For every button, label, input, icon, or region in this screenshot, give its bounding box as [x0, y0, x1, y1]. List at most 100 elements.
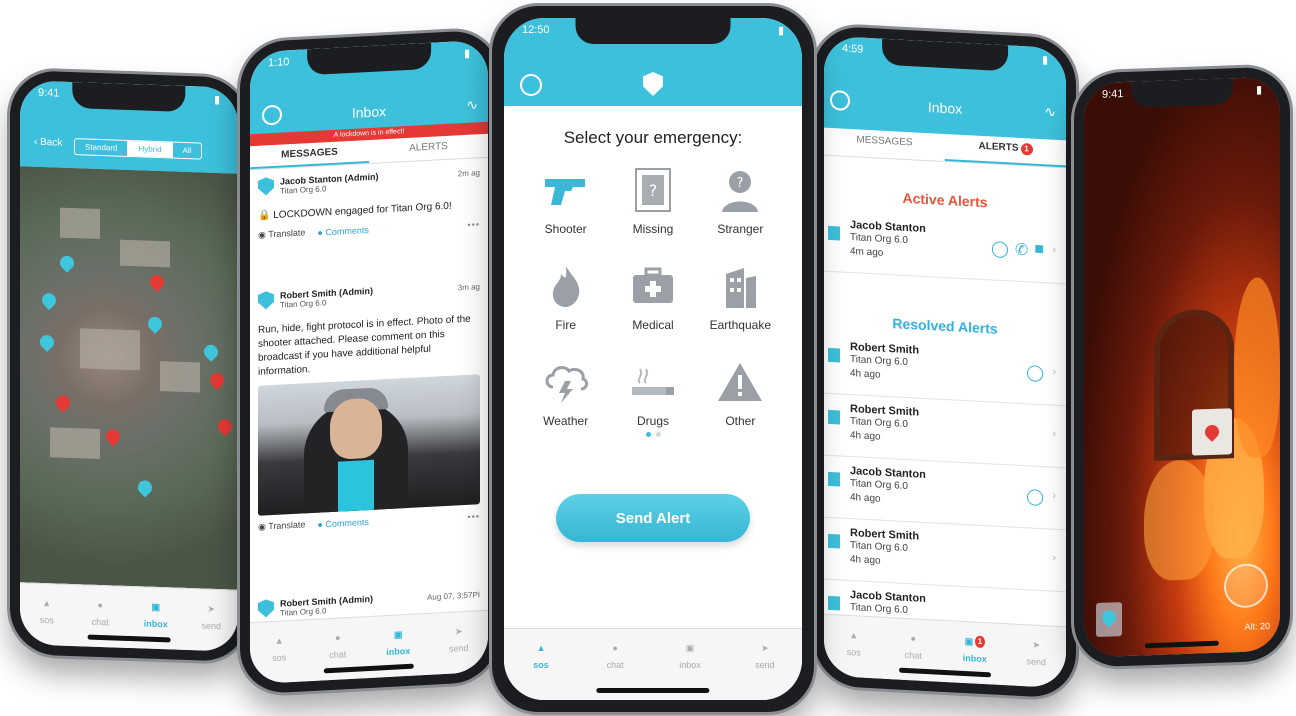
- globe-icon: ◉: [258, 521, 266, 532]
- emergency-stranger[interactable]: ? Stranger: [697, 166, 784, 236]
- segment-all[interactable]: All: [173, 143, 202, 159]
- alert-row[interactable]: Jacob Stanton Titan Org 6.0 4m ago ◯ ✆ ■…: [824, 209, 1066, 285]
- tab-alerts-label: ALERTS: [978, 140, 1019, 154]
- active-alerts-heading: Active Alerts: [902, 189, 988, 211]
- tab-label: inbox: [962, 652, 987, 665]
- shield-icon: [258, 291, 274, 310]
- emergency-fire[interactable]: Fire: [522, 262, 609, 332]
- emergency-label: Missing: [632, 222, 674, 236]
- tab-inbox[interactable]: ▣ inbox: [386, 625, 410, 657]
- translate-button[interactable]: ◉ Translate: [258, 519, 305, 532]
- chat-bubble-icon[interactable]: ◯: [1026, 362, 1044, 383]
- map-pin-icon[interactable]: [37, 332, 57, 353]
- phone-icon[interactable]: ✆: [1015, 240, 1028, 261]
- battery-icon: ▮: [213, 93, 220, 107]
- tab-label: sos: [846, 646, 861, 658]
- video-icon[interactable]: ■: [1034, 241, 1044, 262]
- message-card[interactable]: Robert Smith (Admin) Titan Org 6.0 3m ag…: [258, 280, 480, 533]
- tab-label: sos: [533, 660, 549, 670]
- map-pin-icon[interactable]: [135, 477, 155, 498]
- tab-send[interactable]: ➤ send: [201, 600, 221, 632]
- altitude-readout: Alt: 20: [1244, 620, 1270, 632]
- tab-sos[interactable]: ▲ sos: [531, 639, 551, 670]
- emergency-label: Other: [725, 414, 756, 428]
- storm-cloud-icon: [541, 358, 591, 406]
- map-pin-icon[interactable]: [103, 426, 123, 447]
- tab-sos[interactable]: ▲ sos: [269, 631, 289, 663]
- map-pin-icon[interactable]: [207, 370, 227, 390]
- emergency-drugs[interactable]: Drugs: [609, 358, 696, 428]
- send-arrow-icon: ➤: [761, 642, 769, 653]
- profile-icon[interactable]: [520, 74, 542, 96]
- chat-bubble-icon[interactable]: ◯: [991, 238, 1009, 259]
- tab-inbox[interactable]: ▣ inbox: [144, 598, 168, 629]
- page-title: Inbox: [927, 99, 963, 117]
- alerts-screen: 4:59 ▮ Inbox ∿ MESSAGES ALERTS 1 Active A…: [824, 35, 1066, 689]
- page-dot: [645, 432, 651, 437]
- chevron-right-icon: ›: [1052, 427, 1056, 440]
- tab-inbox[interactable]: ▣ inbox: [679, 639, 701, 671]
- send-alert-button[interactable]: Send Alert: [556, 494, 750, 542]
- tab-alerts[interactable]: ALERTS: [369, 134, 488, 163]
- phone-alerts: 4:59 ▮ Inbox ∿ MESSAGES ALERTS 1 Active A…: [814, 25, 1076, 699]
- back-button[interactable]: ‹ Back: [34, 137, 62, 149]
- map-pin-icon[interactable]: [39, 290, 59, 311]
- ar-mini-tag[interactable]: [1096, 602, 1122, 638]
- map-pin-icon[interactable]: [53, 392, 73, 413]
- map-pin-icon[interactable]: [145, 314, 165, 334]
- comments-button[interactable]: ● Comments: [317, 517, 368, 530]
- more-icon[interactable]: •••: [468, 219, 480, 230]
- chat-bubble-icon: ●: [97, 599, 103, 611]
- tab-chat[interactable]: ● chat: [328, 628, 348, 660]
- pulse-icon[interactable]: ∿: [466, 96, 478, 114]
- shooter-photo[interactable]: [258, 374, 480, 516]
- emergency-missing[interactable]: ? Missing: [609, 166, 696, 236]
- emergency-weather[interactable]: Weather: [522, 358, 609, 428]
- tab-inbox[interactable]: ▣ 1 inbox: [962, 632, 987, 665]
- tab-chat[interactable]: ● chat: [90, 596, 110, 628]
- tab-chat[interactable]: ● chat: [605, 639, 625, 670]
- tab-label: chat: [904, 649, 922, 661]
- ar-screen: 9:41 ▮ Alt: 20: [1084, 76, 1280, 658]
- alert-type-icon: [828, 409, 840, 425]
- tab-messages[interactable]: MESSAGES: [824, 128, 945, 161]
- tab-send[interactable]: ➤ send: [1026, 635, 1046, 667]
- ar-location-tag[interactable]: [1192, 408, 1232, 456]
- translate-button[interactable]: ◉ Translate: [258, 227, 305, 240]
- warning-triangle-icon: ▲: [536, 643, 546, 653]
- svg-text:?: ?: [649, 181, 658, 200]
- map-pin-icon[interactable]: [215, 416, 235, 437]
- battery-icon: ▮: [777, 25, 784, 37]
- chat-bubble-icon[interactable]: ◯: [1026, 486, 1044, 507]
- tab-messages[interactable]: MESSAGES: [250, 140, 369, 170]
- tab-sos[interactable]: ▲ sos: [37, 594, 57, 626]
- satellite-map[interactable]: [20, 166, 238, 590]
- inbox-screen: 1:10 ▮ Inbox ∿ A lockdown is in effect! …: [250, 39, 488, 685]
- fire-icon: [541, 262, 591, 310]
- message-time: 2m ag: [457, 168, 480, 179]
- more-icon[interactable]: •••: [468, 511, 480, 522]
- message-card[interactable]: Jacob Stanton (Admin) Titan Org 6.0 2m a…: [258, 166, 480, 241]
- map-pin-icon[interactable]: [147, 272, 167, 292]
- chevron-right-icon: ›: [1052, 365, 1056, 378]
- tab-sos[interactable]: ▲ sos: [844, 626, 864, 658]
- map-pin-icon[interactable]: [57, 252, 77, 273]
- emergency-earthquake[interactable]: Earthquake: [697, 262, 784, 332]
- tab-send[interactable]: ➤ send: [755, 639, 775, 671]
- emergency-shooter[interactable]: Shooter: [522, 166, 609, 236]
- phone-inbox-messages: 1:10 ▮ Inbox ∿ A lockdown is in effect! …: [240, 29, 498, 695]
- tab-alerts[interactable]: ALERTS 1: [945, 134, 1066, 168]
- alert-type-icon: [828, 225, 840, 241]
- tab-label: chat: [91, 616, 109, 628]
- emergency-other[interactable]: Other: [697, 358, 784, 428]
- tab-send[interactable]: ➤ send: [449, 622, 469, 654]
- missing-person-icon: ?: [628, 166, 678, 214]
- comments-button[interactable]: ● Comments: [317, 225, 368, 238]
- emergency-medical[interactable]: Medical: [609, 262, 696, 332]
- tab-chat[interactable]: ● chat: [903, 629, 923, 661]
- chevron-right-icon: ›: [1052, 489, 1056, 502]
- map-pin-icon[interactable]: [201, 341, 221, 362]
- pulse-icon[interactable]: ∿: [1044, 103, 1056, 121]
- segment-hybrid[interactable]: Hybrid: [128, 140, 173, 158]
- segment-standard[interactable]: Standard: [75, 139, 129, 156]
